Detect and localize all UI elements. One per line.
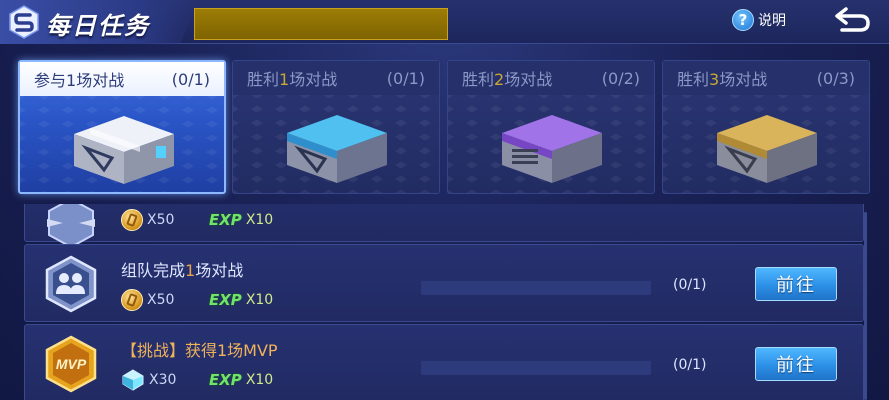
coin-icon — [121, 289, 143, 311]
tab-count: (0/3) — [816, 68, 855, 88]
go-button[interactable]: 前往 — [755, 347, 837, 381]
team-badge-icon — [45, 255, 97, 313]
task-title: 【挑战】获得1场MVP — [121, 341, 278, 360]
diamond-reward: X30 — [121, 369, 176, 391]
progress-text: (0/1) — [673, 277, 707, 293]
mvp-badge-text: MVP — [56, 356, 87, 372]
exp-reward: EXP X10 — [209, 211, 274, 229]
coin-icon — [121, 209, 143, 231]
coin-reward: X50 — [121, 289, 174, 311]
progress-bar — [421, 361, 651, 375]
tab-label: 参与1场对战 — [34, 71, 125, 90]
reward-tabs: 参与1场对战 (0/1) 胜利1场对战 (0/1) 胜利2场对战 (0/2) 胜… — [18, 60, 870, 196]
tab-count: (0/1) — [386, 68, 425, 88]
exp-icon: EXP — [209, 371, 242, 389]
blue-chest-icon — [287, 115, 387, 183]
help-label: 说明 — [758, 13, 786, 29]
tab-win-1[interactable]: 胜利1场对战 (0/1) — [232, 60, 440, 194]
tab-win-2[interactable]: 胜利2场对战 (0/2) — [447, 60, 655, 194]
gold-banner — [194, 8, 448, 40]
go-button[interactable]: 前往 — [755, 267, 837, 301]
tab-header: 参与1场对战 (0/1) — [20, 62, 224, 96]
mvp-badge-icon: MVP — [45, 335, 97, 393]
top-bar: 每日任务 ? 说明 — [0, 0, 889, 44]
tab-label: 胜利3场对战 — [677, 70, 768, 89]
tab-participate-1[interactable]: 参与1场对战 (0/1) — [18, 60, 226, 194]
diamond-icon — [122, 369, 144, 391]
s-logo-icon — [9, 5, 39, 39]
coin-reward: X50 — [121, 209, 174, 231]
tab-header: 胜利1场对战 (0/1) — [233, 61, 439, 95]
list-item: 组队完成1场对战 X50 EXP X10 (0/1) 前往 — [24, 244, 864, 322]
tab-label: 胜利2场对战 — [462, 70, 553, 89]
tab-count: (0/2) — [601, 68, 640, 88]
purple-chest-icon — [502, 115, 602, 183]
tab-header: 胜利3场对战 (0/3) — [663, 61, 869, 95]
help-button[interactable]: ? 说明 — [732, 8, 786, 32]
progress-bar — [421, 281, 651, 295]
list-item: X50 EXP X10 — [24, 204, 864, 249]
exp-reward: EXP X10 — [209, 371, 274, 389]
exp-reward: EXP X10 — [209, 291, 274, 309]
task-title: 组队完成1场对战 — [121, 261, 244, 280]
tab-label: 胜利1场对战 — [247, 70, 338, 89]
exp-icon: EXP — [209, 291, 242, 309]
list-item: MVP 【挑战】获得1场MVP X30 EXP X10 (0/1) 前往 — [24, 324, 864, 400]
back-arrow-icon[interactable] — [832, 4, 872, 34]
progress-text: (0/1) — [673, 357, 707, 373]
silver-chest-icon — [74, 116, 174, 184]
gold-chest-icon — [717, 115, 817, 183]
tab-header: 胜利2场对战 (0/2) — [448, 61, 654, 95]
tab-count: (0/1) — [171, 69, 210, 89]
exp-icon: EXP — [209, 211, 242, 229]
page-title: 每日任务 — [46, 12, 150, 40]
question-mark-icon: ? — [732, 9, 754, 31]
task-list[interactable]: X50 EXP X10 组队完成1场对战 X50 EXP X10 (0/1) 前… — [24, 204, 864, 400]
tab-win-3[interactable]: 胜利3场对战 (0/3) — [662, 60, 870, 194]
scrollbar[interactable] — [864, 212, 867, 400]
